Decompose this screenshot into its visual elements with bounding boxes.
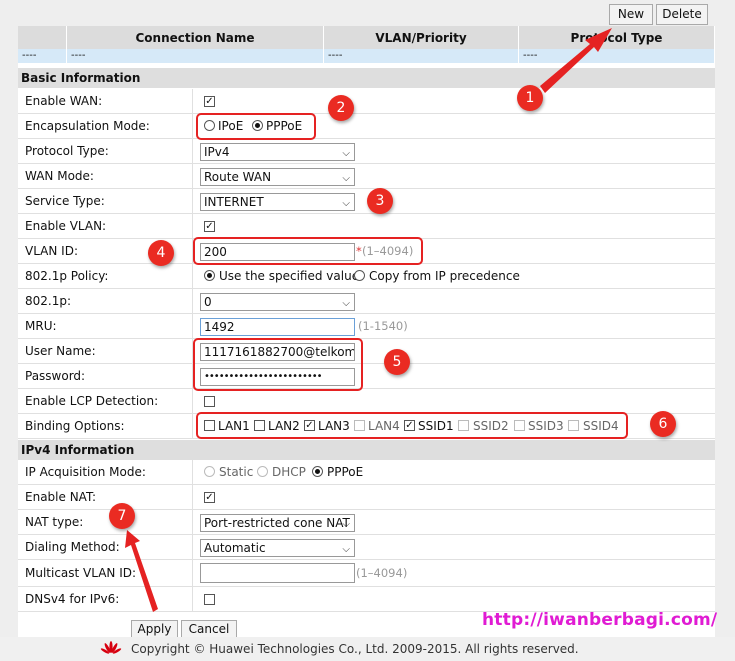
arrow-to-nat-type xyxy=(125,530,158,612)
annotation-badge-3: 3 xyxy=(367,188,393,214)
annotation-badge-2: 2 xyxy=(328,95,354,121)
annotation-badge-7: 7 xyxy=(109,503,135,529)
annotation-arrows xyxy=(125,28,612,612)
annotation-badge-4: 4 xyxy=(148,240,174,266)
annotation-badge-5: 5 xyxy=(384,349,410,375)
annotation-badge-1: 1 xyxy=(517,85,543,111)
arrow-to-new-button xyxy=(540,28,612,93)
watermark-url: http://iwanberbagi.com/ xyxy=(482,610,718,630)
annotation-badge-6: 6 xyxy=(650,411,676,437)
